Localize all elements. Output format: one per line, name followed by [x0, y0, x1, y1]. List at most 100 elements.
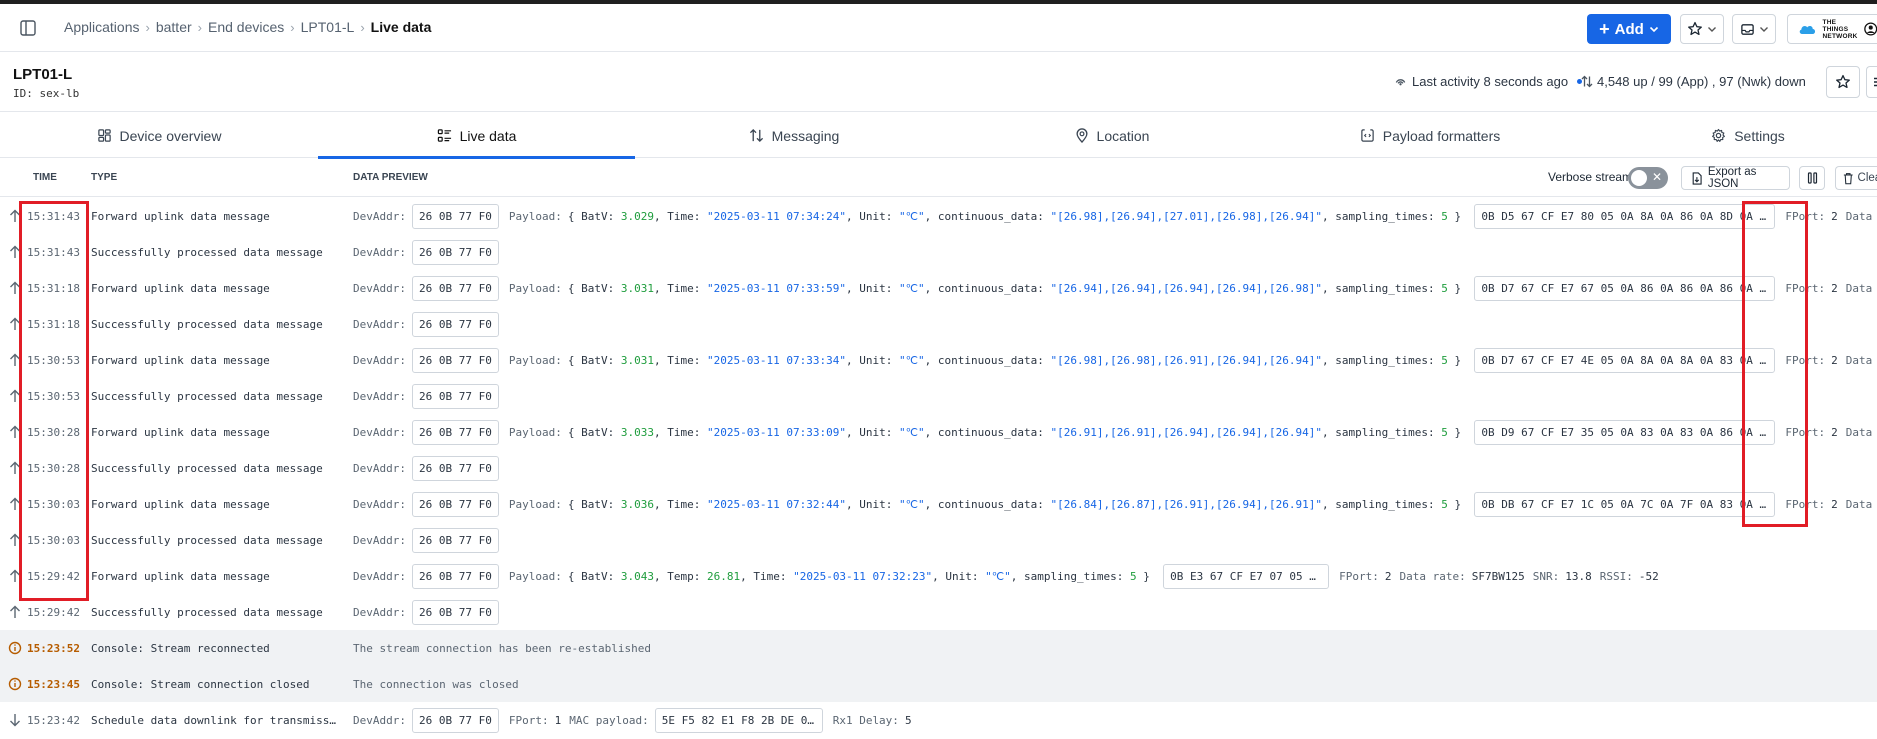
raw-payload-chip[interactable]: 0B D7 67 CF E7 4E 05 0A 8A 0A 8A 0A 83 0…	[1474, 347, 1776, 373]
the-things-network-logo[interactable]: THE THINGS NETWORK	[1787, 14, 1877, 44]
uplink-arrow-icon	[10, 245, 20, 258]
event-type: Successfully processed data message	[91, 390, 323, 403]
console-event-row[interactable]: 15:23:45 Console: Stream connection clos…	[0, 666, 1877, 702]
raw-payload-chip[interactable]: 0B DB 67 CF E7 1C 05 0A 7C 0A 7F 0A 83 0…	[1474, 491, 1776, 517]
payload-label: Payload:	[508, 281, 562, 295]
more-menu-button[interactable]	[1866, 66, 1877, 98]
event-row[interactable]: 15:30:28 Successfully processed data mes…	[0, 450, 1877, 486]
tab-device-overview[interactable]: Device overview	[0, 113, 318, 158]
data-rate-label: Data rate:	[1845, 281, 1877, 295]
payload-value: "2025-03-11 07:33:59"	[706, 281, 847, 295]
event-type: Successfully processed data message	[91, 534, 323, 547]
event-data-preview: DevAddr: 26 0B 77 F0	[353, 310, 509, 338]
uplink-arrow-icon	[10, 497, 20, 510]
raw-payload-chip[interactable]: 0B E3 67 CF E7 07 05 0A 79	[1163, 563, 1330, 589]
raw-payload-chip[interactable]: 0B D5 67 CF E7 80 05 0A 8A 0A 86 0A 8D 0…	[1474, 203, 1776, 229]
payload-key: Unit:	[945, 569, 986, 583]
fport-label: FPort:	[1785, 209, 1826, 223]
event-row[interactable]: 15:30:03 Successfully processed data mes…	[0, 522, 1877, 558]
devaddr-value[interactable]: 26 0B 77 F0	[411, 275, 499, 301]
payload-separator: ,	[846, 497, 860, 511]
event-row[interactable]: 15:23:42 Schedule data downlink for tran…	[0, 702, 1877, 738]
breadcrumb-end-devices[interactable]: End devices	[208, 19, 284, 35]
event-data-preview: DevAddr: 26 0B 77 F0 Payload: { BatV: 3.0…	[353, 418, 1877, 446]
raw-payload-chip[interactable]: 0B D7 67 CF E7 67 05 0A 86 0A 86 0A 86 0…	[1474, 275, 1776, 301]
event-time: 15:30:53	[27, 390, 80, 403]
event-row[interactable]: 15:30:28 Forward uplink data message Dev…	[0, 414, 1877, 450]
payload-label: Payload:	[508, 497, 562, 511]
add-button[interactable]: + Add	[1587, 14, 1671, 44]
fport-value: 2	[1831, 497, 1838, 511]
event-row[interactable]: 15:31:43 Successfully processed data mes…	[0, 234, 1877, 270]
devaddr-value[interactable]: 26 0B 77 F0	[411, 239, 499, 265]
mac-payload-chip[interactable]: 5E F5 82 E1 F8 2B DE 02 9A	[654, 707, 823, 733]
snr-value: 13.8	[1565, 569, 1592, 583]
uplink-arrow-icon	[10, 353, 20, 366]
devaddr-value[interactable]: 26 0B 77 F0	[411, 383, 499, 409]
devaddr-value[interactable]: 26 0B 77 F0	[411, 707, 499, 733]
chevron-down-icon	[1649, 26, 1658, 33]
sidebar-toggle-icon[interactable]	[18, 18, 38, 38]
logo-text-line: THE THINGS	[1822, 18, 1849, 33]
devaddr-value[interactable]: 26 0B 77 F0	[411, 419, 499, 445]
payload-key: BatV:	[581, 353, 621, 367]
event-data-preview: DevAddr: 26 0B 77 F0 Payload: { BatV: 3.0…	[353, 202, 1877, 230]
devaddr-label: DevAddr:	[353, 281, 406, 295]
devaddr-label: DevAddr:	[353, 569, 406, 583]
event-type: Forward uplink data message	[91, 570, 270, 583]
devaddr-label: DevAddr:	[353, 209, 406, 223]
devaddr-value[interactable]: 26 0B 77 F0	[411, 347, 499, 373]
tab-payload-formatters[interactable]: Payload formatters	[1271, 113, 1589, 158]
downlink-arrow-icon	[10, 714, 20, 727]
event-row[interactable]: 15:31:43 Forward uplink data message Dev…	[0, 198, 1877, 234]
code-icon	[1361, 129, 1374, 142]
event-data-preview: DevAddr: 26 0B 77 F0	[353, 238, 509, 266]
event-row[interactable]: 15:30:53 Successfully processed data mes…	[0, 378, 1877, 414]
verbose-stream-toggle[interactable]: ✕	[1628, 167, 1668, 189]
payload-key: Time:	[667, 425, 707, 439]
payload-label: Payload:	[508, 425, 562, 439]
console-event-row[interactable]: 15:23:52 Console: Stream reconnected The…	[0, 630, 1877, 666]
devaddr-value[interactable]: 26 0B 77 F0	[411, 455, 499, 481]
event-row[interactable]: 15:29:42 Forward uplink data message Dev…	[0, 558, 1877, 594]
tab-location[interactable]: Location	[953, 113, 1271, 158]
payload-key: Time:	[667, 497, 707, 511]
star-device-button[interactable]	[1826, 66, 1860, 98]
devaddr-value[interactable]: 26 0B 77 F0	[411, 563, 499, 589]
devaddr-value[interactable]: 26 0B 77 F0	[411, 203, 499, 229]
event-row[interactable]: 15:29:42 Successfully processed data mes…	[0, 594, 1877, 630]
breadcrumb-applications[interactable]: Applications	[64, 19, 140, 35]
breadcrumb-application[interactable]: batter	[156, 19, 192, 35]
pause-stream-button[interactable]	[1799, 166, 1825, 190]
event-row[interactable]: 15:30:53 Forward uplink data message Dev…	[0, 342, 1877, 378]
payload-value: "[26.91],[26.91],[26.94],[26.94],[26.94]…	[1050, 425, 1323, 439]
event-data-preview: DevAddr: 26 0B 77 F0	[353, 598, 509, 626]
clear-events-button[interactable]: Clear	[1835, 166, 1877, 190]
event-row[interactable]: 15:30:03 Forward uplink data message Dev…	[0, 486, 1877, 522]
tab-label: Messaging	[771, 127, 840, 144]
tab-label: Device overview	[119, 127, 222, 144]
bookmarks-dropdown[interactable]	[1680, 14, 1724, 44]
export-json-button[interactable]: Export as JSON	[1681, 166, 1790, 190]
breadcrumb-device[interactable]: LPT01-L	[301, 19, 355, 35]
devaddr-value[interactable]: 26 0B 77 F0	[411, 527, 499, 553]
event-time: 15:29:42	[27, 606, 80, 619]
user-avatar-icon[interactable]	[1863, 21, 1877, 37]
devaddr-label: DevAddr:	[353, 605, 406, 619]
payload-separator: ,	[924, 353, 938, 367]
event-row[interactable]: 15:31:18 Forward uplink data message Dev…	[0, 270, 1877, 306]
tab-live-data[interactable]: Live data	[318, 113, 635, 159]
tab-messaging[interactable]: Messaging	[635, 113, 953, 158]
payload-value: 3.031	[620, 353, 654, 367]
tab-label: Payload formatters	[1382, 127, 1501, 144]
tab-settings[interactable]: Settings	[1589, 113, 1877, 158]
payload-separator: ,	[846, 281, 860, 295]
raw-payload-chip[interactable]: 0B D9 67 CF E7 35 05 0A 83 0A 83 0A 86 0…	[1474, 419, 1776, 445]
event-row[interactable]: 15:31:18 Successfully processed data mes…	[0, 306, 1877, 342]
notifications-dropdown[interactable]	[1732, 14, 1776, 44]
tab-label: Settings	[1734, 127, 1785, 144]
devaddr-value[interactable]: 26 0B 77 F0	[411, 599, 499, 625]
payload-key: sampling_times:	[1024, 569, 1130, 583]
devaddr-value[interactable]: 26 0B 77 F0	[411, 311, 499, 337]
devaddr-value[interactable]: 26 0B 77 F0	[411, 491, 499, 517]
